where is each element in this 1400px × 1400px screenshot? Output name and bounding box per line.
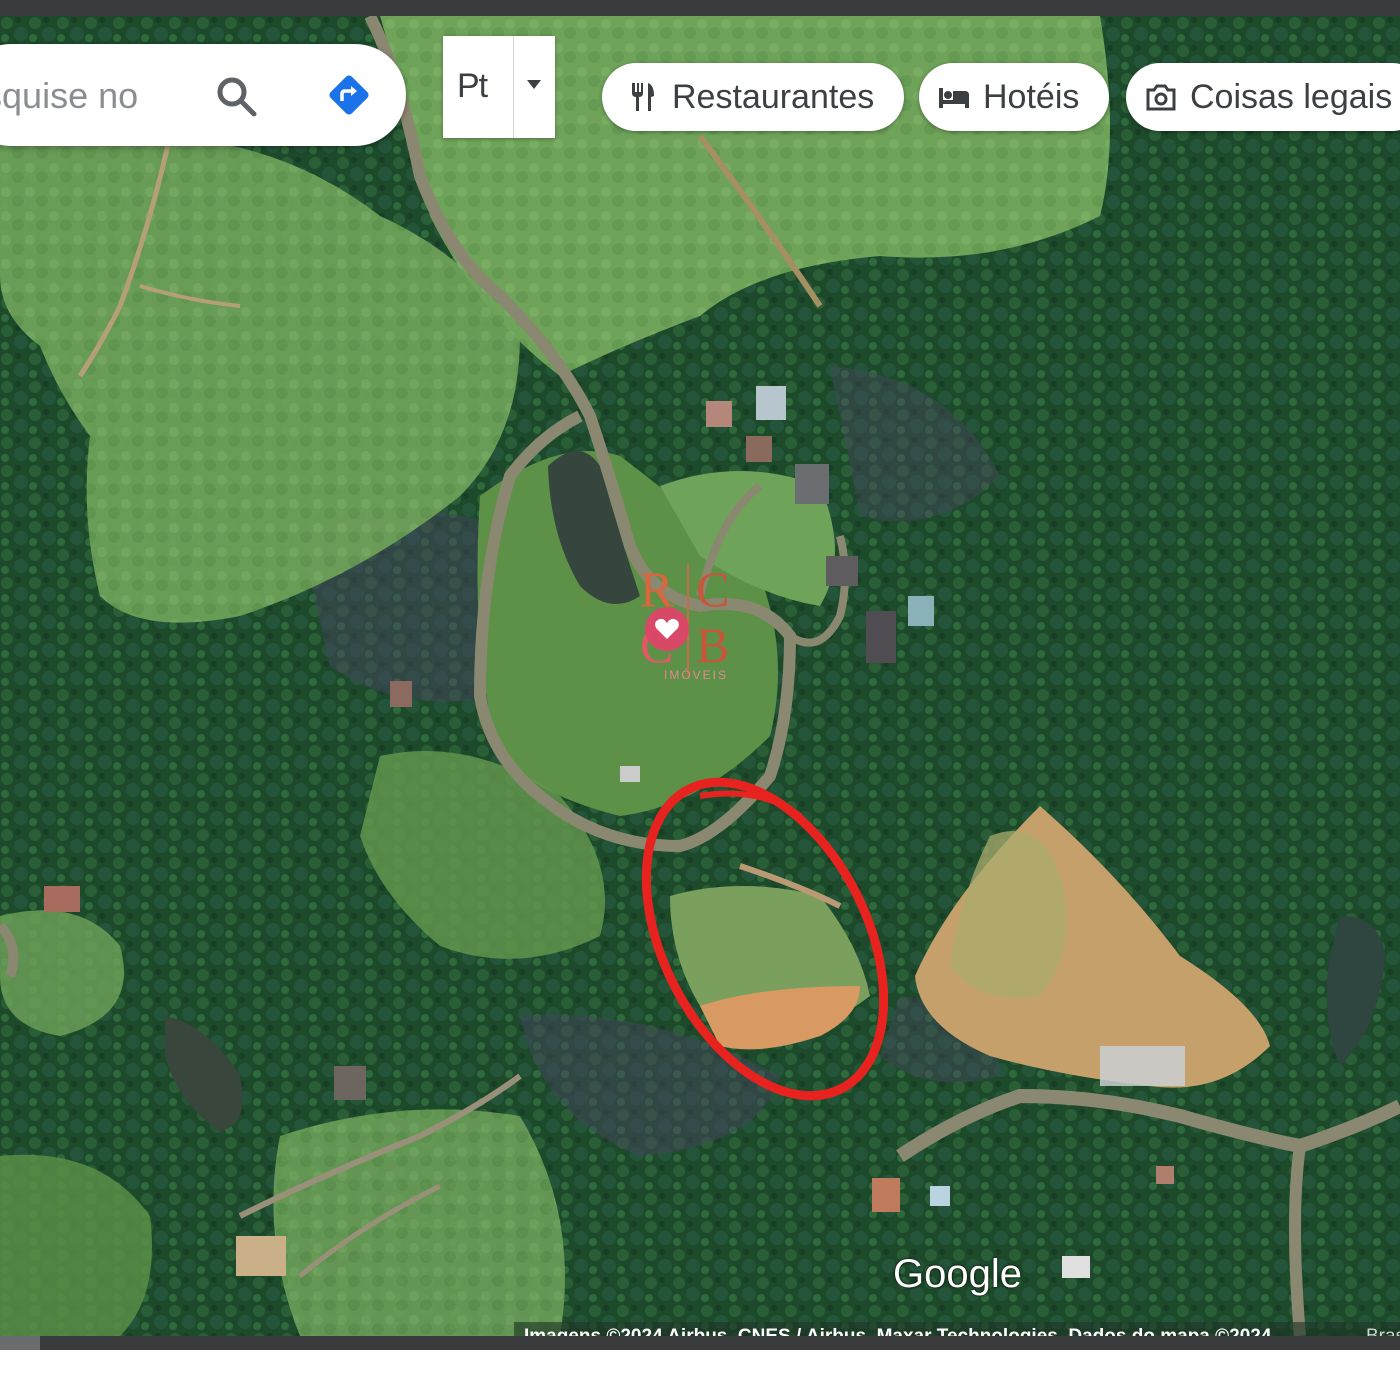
chip-restaurants-label: Restaurantes — [672, 77, 875, 116]
logo-letter-b: B — [696, 617, 730, 673]
attribution-country: Brasil — [1366, 1326, 1400, 1336]
fork-knife-icon — [632, 83, 654, 111]
camera-icon — [1146, 84, 1176, 111]
logo-letter-c1: C — [696, 561, 730, 617]
search-icon[interactable] — [214, 74, 258, 118]
language-divider — [513, 36, 514, 138]
chip-things-to-do[interactable]: Coisas legais — [1126, 63, 1400, 131]
window-top-bar — [0, 0, 1400, 16]
realtor-watermark-logo: R C C B IMÓVEIS — [636, 564, 746, 688]
logo-subtitle: IMÓVEIS — [663, 668, 728, 682]
heart-house-icon — [645, 607, 689, 651]
chip-hotels-label: Hotéis — [983, 77, 1080, 116]
language-toggle[interactable]: Pt — [443, 36, 555, 138]
language-label: Pt — [457, 67, 488, 105]
chevron-down-icon[interactable] — [527, 80, 541, 89]
search-placeholder: Pesquise no Google Maps — [0, 75, 150, 116]
search-input[interactable]: Pesquise no Google Maps — [0, 74, 150, 118]
map-attribution: Imagens ©2024 Airbus, CNES / Airbus, Max… — [514, 1322, 1400, 1336]
attribution-text[interactable]: Imagens ©2024 Airbus, CNES / Airbus, Max… — [524, 1326, 1271, 1336]
satellite-map[interactable]: R C C B IMÓVEIS Google Imagens ©2024 Air… — [0, 16, 1400, 1336]
search-box[interactable]: Pesquise no Google Maps — [0, 44, 406, 146]
google-logo: Google — [893, 1252, 1022, 1296]
chip-restaurants[interactable]: Restaurantes — [602, 63, 904, 131]
window-bottom-scrollbar[interactable] — [0, 1336, 1400, 1350]
chip-things-label: Coisas legais — [1190, 77, 1393, 116]
scrollbar-thumb[interactable] — [0, 1336, 40, 1350]
bed-icon — [939, 88, 969, 108]
chip-hotels[interactable]: Hotéis — [919, 63, 1109, 131]
directions-icon[interactable] — [324, 70, 374, 120]
